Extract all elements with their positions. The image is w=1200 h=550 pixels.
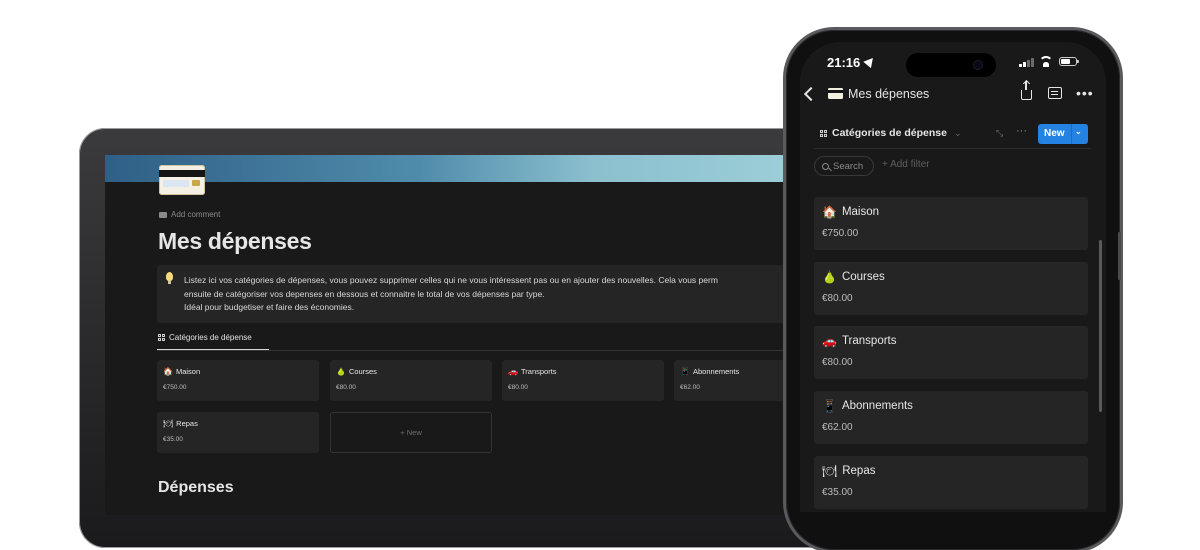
search-label: Search	[833, 160, 864, 172]
category-card-maison[interactable]: 🏠 Maison €750.00	[157, 360, 319, 401]
house-icon: 🏠	[163, 366, 173, 376]
status-time: 21:16	[827, 55, 861, 70]
expand-icon[interactable]: ⤡	[996, 128, 1003, 139]
callout-text: Listez ici vos catégories de dépenses, v…	[184, 275, 718, 312]
card-amount: €750.00	[163, 384, 187, 391]
house-icon: 🏠	[822, 205, 837, 219]
pear-icon: 🍐	[336, 366, 346, 376]
phone-icon: 📱	[680, 366, 690, 376]
wifi-icon	[1039, 56, 1053, 67]
chevron-down-icon: ⌄	[953, 127, 962, 138]
page-cover	[105, 155, 805, 182]
tab-divider	[157, 350, 805, 351]
card-amount: €80.00	[822, 357, 853, 368]
category-card-abonnements[interactable]: 📱 Abonnements €62.00	[814, 391, 1088, 444]
card-title: Maison	[175, 367, 201, 376]
card-amount: €80.00	[822, 293, 853, 304]
gallery-view-icon	[820, 129, 827, 137]
lightbulb-icon	[166, 272, 173, 284]
credit-card-icon[interactable]	[159, 165, 205, 195]
card-title: Abonnements	[692, 367, 740, 376]
search-icon	[822, 162, 829, 170]
phone-side-button	[1118, 232, 1121, 280]
page-title: Mes dépenses	[158, 228, 312, 254]
comment-icon[interactable]	[1048, 87, 1062, 99]
category-card-maison[interactable]: 🏠 Maison €750.00	[814, 197, 1088, 250]
callout: Listez ici vos catégories de dépenses, v…	[157, 265, 805, 323]
plate-icon: 🍽	[163, 418, 174, 428]
signal-icon	[1019, 58, 1034, 67]
view-divider	[814, 148, 1091, 149]
category-card-repas[interactable]: 🍽 Repas €35.00	[157, 412, 319, 453]
phone-icon: 📱	[822, 399, 837, 413]
scrollbar[interactable]	[1099, 240, 1102, 412]
card-amount: €62.00	[680, 384, 700, 391]
plate-icon: 🍽	[822, 464, 838, 478]
car-icon: 🚗	[508, 366, 518, 376]
new-button[interactable]: New ⌄	[1038, 124, 1088, 144]
share-icon[interactable]	[1021, 81, 1032, 100]
view-more-icon[interactable]: ···	[1016, 125, 1027, 137]
location-arrow-icon	[863, 54, 877, 69]
add-filter-button[interactable]: + Add filter	[882, 159, 930, 170]
add-comment-button[interactable]: Add comment	[159, 210, 220, 219]
comment-icon	[159, 211, 167, 218]
car-icon: 🚗	[822, 334, 837, 348]
search-button[interactable]: Search	[814, 156, 874, 176]
card-title: Abonnements	[841, 400, 913, 412]
more-icon[interactable]: •••	[1076, 85, 1094, 101]
tab-label: Catégories de dépense	[169, 333, 252, 342]
category-card-courses[interactable]: 🍐 Courses €80.00	[814, 262, 1088, 315]
section-title-depenses: Dépenses	[158, 479, 234, 496]
category-card-courses[interactable]: 🍐 Courses €80.00	[330, 360, 492, 401]
chevron-down-icon[interactable]: ⌄	[1075, 127, 1082, 136]
card-amount: €35.00	[822, 487, 853, 498]
category-card-transports[interactable]: 🚗 Transports €80.00	[814, 326, 1088, 379]
card-title: Transports	[841, 335, 897, 347]
card-amount: €750.00	[822, 228, 859, 239]
view-selector[interactable]: Catégories de dépense ⌄	[820, 127, 962, 139]
category-card-repas[interactable]: 🍽 Repas €35.00	[814, 456, 1088, 509]
card-title: Maison	[841, 206, 880, 218]
card-amount: €80.00	[508, 384, 528, 391]
dynamic-island	[906, 53, 996, 77]
view-label: Catégories de dépense	[832, 127, 947, 139]
view-bar: Catégories de dépense ⌄ ⤡ ··· New ⌄	[800, 120, 1106, 148]
card-title: Repas	[176, 419, 198, 428]
card-amount: €35.00	[163, 436, 183, 443]
new-button-divider	[1071, 124, 1072, 144]
card-title: Courses	[348, 367, 377, 376]
tab-categories-de-depense[interactable]: Catégories de dépense	[158, 333, 252, 342]
gallery-view-icon	[158, 334, 165, 341]
category-card-transports[interactable]: 🚗 Transports €80.00	[502, 360, 664, 401]
nav-title: Mes dépenses	[848, 87, 930, 101]
back-chevron-icon[interactable]	[803, 86, 819, 102]
laptop-screen: Add comment Mes dépenses Listez ici vos …	[105, 155, 805, 515]
card-title: Repas	[842, 465, 876, 477]
pear-icon: 🍐	[822, 270, 837, 284]
new-card-button[interactable]: + New	[330, 412, 492, 453]
card-title: Courses	[841, 271, 885, 283]
camera-icon	[974, 61, 982, 69]
add-comment-label: Add comment	[171, 210, 221, 219]
battery-icon	[1059, 57, 1079, 66]
card-title: Transports	[520, 367, 557, 376]
card-amount: €80.00	[336, 384, 356, 391]
new-button-label: New	[1044, 128, 1065, 139]
card-amount: €62.00	[822, 422, 853, 433]
phone-screen: 21:16 Mes dépenses ••• Catégories de dép…	[800, 42, 1106, 512]
credit-card-icon	[828, 88, 843, 99]
